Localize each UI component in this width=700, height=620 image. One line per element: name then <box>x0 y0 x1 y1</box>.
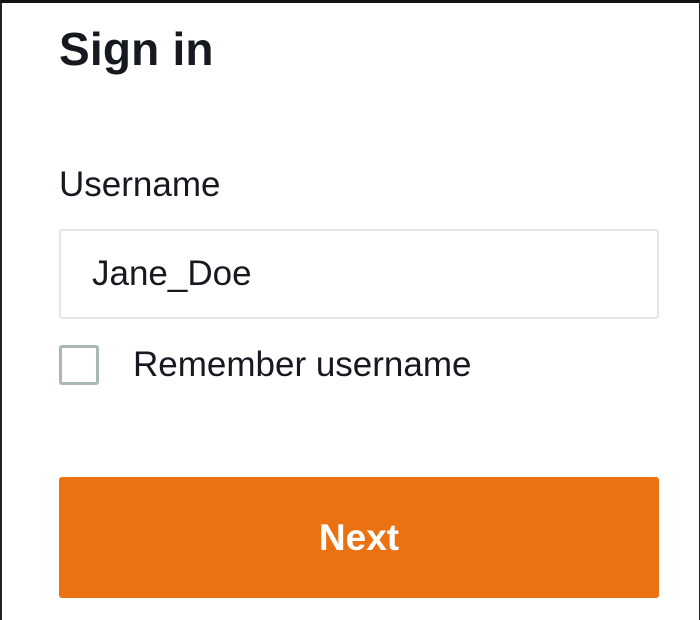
username-label: Username <box>59 165 221 204</box>
sign-in-panel: Sign in Username Remember username Next <box>2 3 699 620</box>
page-title: Sign in <box>59 23 214 75</box>
remember-username-label: Remember username <box>133 345 472 384</box>
remember-username-checkbox[interactable] <box>59 345 99 385</box>
remember-username-option[interactable]: Remember username <box>59 339 471 391</box>
username-field[interactable] <box>59 229 659 319</box>
sign-in-page: Sign in Username Remember username Next <box>0 0 700 620</box>
next-button[interactable]: Next <box>59 477 659 598</box>
